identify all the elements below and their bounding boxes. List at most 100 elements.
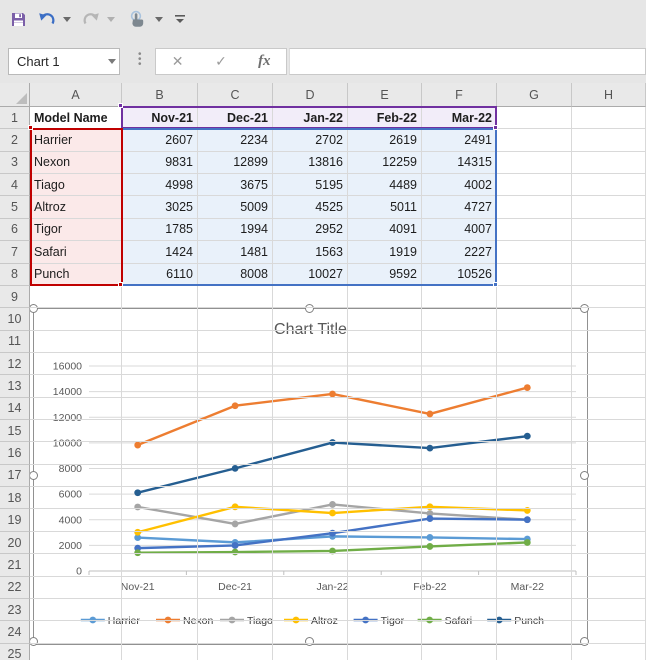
column-header-C[interactable]: C [198,83,273,107]
cell-C1[interactable]: Dec-21 [198,107,273,129]
cell-G24[interactable] [497,621,572,643]
cell-C13[interactable] [198,375,273,397]
row-header-24[interactable]: 24 [0,621,30,643]
cell-C24[interactable] [198,621,273,643]
cell-B11[interactable] [122,331,198,353]
cell-G1[interactable] [497,107,572,129]
cell-A2[interactable]: Harrier [30,129,122,151]
cell-E15[interactable] [348,420,422,442]
cell-C6[interactable]: 1994 [198,219,273,241]
cell-D15[interactable] [273,420,348,442]
cell-E16[interactable] [348,442,422,464]
cell-F25[interactable] [422,644,497,660]
cell-H8[interactable] [572,264,646,286]
cell-G17[interactable] [497,465,572,487]
cell-B19[interactable] [122,509,198,531]
cell-C18[interactable] [198,487,273,509]
cell-B6[interactable]: 1785 [122,219,198,241]
cell-B8[interactable]: 6110 [122,264,198,286]
cell-C19[interactable] [198,509,273,531]
cell-A5[interactable]: Altroz [30,196,122,218]
undo-icon[interactable] [36,8,58,30]
cell-H9[interactable] [572,286,646,308]
cell-H20[interactable] [572,532,646,554]
row-header-11[interactable]: 11 [0,331,30,353]
cell-A18[interactable] [30,487,122,509]
cell-F19[interactable] [422,509,497,531]
row-header-3[interactable]: 3 [0,152,30,174]
cell-E14[interactable] [348,398,422,420]
cell-D3[interactable]: 13816 [273,152,348,174]
cell-E13[interactable] [348,375,422,397]
cell-G15[interactable] [497,420,572,442]
cell-G14[interactable] [497,398,572,420]
cell-D23[interactable] [273,599,348,621]
cell-A25[interactable] [30,644,122,660]
column-header-B[interactable]: B [122,83,198,107]
cell-E21[interactable] [348,554,422,576]
cell-F4[interactable]: 4002 [422,174,497,196]
cell-B24[interactable] [122,621,198,643]
cell-D4[interactable]: 5195 [273,174,348,196]
cell-B2[interactable]: 2607 [122,129,198,151]
cell-A17[interactable] [30,465,122,487]
row-header-12[interactable]: 12 [0,353,30,375]
cell-F24[interactable] [422,621,497,643]
cell-H4[interactable] [572,174,646,196]
range-corner-handle[interactable] [118,103,123,108]
cell-C22[interactable] [198,577,273,599]
cell-F7[interactable]: 2227 [422,241,497,263]
cell-F2[interactable]: 2491 [422,129,497,151]
row-header-13[interactable]: 13 [0,375,30,397]
cell-D9[interactable] [273,286,348,308]
cell-A20[interactable] [30,532,122,554]
row-header-10[interactable]: 10 [0,308,30,330]
row-header-2[interactable]: 2 [0,129,30,151]
cell-C21[interactable] [198,554,273,576]
cell-H18[interactable] [572,487,646,509]
cell-A23[interactable] [30,599,122,621]
cell-F1[interactable]: Mar-22 [422,107,497,129]
cell-F9[interactable] [422,286,497,308]
cell-E20[interactable] [348,532,422,554]
cell-E1[interactable]: Feb-22 [348,107,422,129]
cell-H19[interactable] [572,509,646,531]
cell-D17[interactable] [273,465,348,487]
row-header-17[interactable]: 17 [0,465,30,487]
cell-D7[interactable]: 1563 [273,241,348,263]
range-corner-handle[interactable] [118,282,123,287]
cell-G21[interactable] [497,554,572,576]
cell-E19[interactable] [348,509,422,531]
cell-B5[interactable]: 3025 [122,196,198,218]
customize-quick-access-toolbar-icon[interactable] [172,8,188,30]
cell-G20[interactable] [497,532,572,554]
cell-D14[interactable] [273,398,348,420]
cell-F21[interactable] [422,554,497,576]
cell-H25[interactable] [572,644,646,660]
cell-B25[interactable] [122,644,198,660]
cell-A1[interactable]: Model Name [30,107,122,129]
cell-H22[interactable] [572,577,646,599]
touch-mode-dropdown-icon[interactable] [152,8,166,30]
cell-B12[interactable] [122,353,198,375]
row-header-21[interactable]: 21 [0,554,30,576]
cell-C17[interactable] [198,465,273,487]
cell-E8[interactable]: 9592 [348,264,422,286]
cell-F23[interactable] [422,599,497,621]
cell-B1[interactable]: Nov-21 [122,107,198,129]
cell-B7[interactable]: 1424 [122,241,198,263]
cell-E6[interactable]: 4091 [348,219,422,241]
cell-D12[interactable] [273,353,348,375]
range-corner-handle[interactable] [493,282,498,287]
cell-A4[interactable]: Tiago [30,174,122,196]
cell-E3[interactable]: 12259 [348,152,422,174]
cell-G10[interactable] [497,308,572,330]
cell-D8[interactable]: 10027 [273,264,348,286]
cell-H7[interactable] [572,241,646,263]
insert-function-icon[interactable]: fx [243,53,286,70]
cell-H14[interactable] [572,398,646,420]
cell-C15[interactable] [198,420,273,442]
cell-E11[interactable] [348,331,422,353]
cell-C23[interactable] [198,599,273,621]
cell-G3[interactable] [497,152,572,174]
